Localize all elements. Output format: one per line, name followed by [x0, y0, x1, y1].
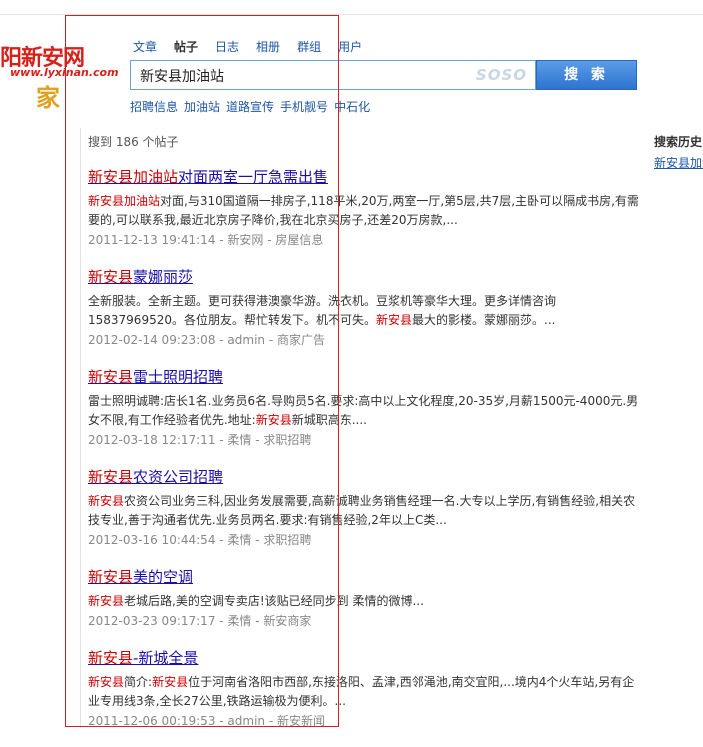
- tab-albums[interactable]: 相册: [256, 38, 280, 55]
- related-searches: 招聘信息 加油站 道路宣传 手机靓号 中石化: [130, 98, 376, 115]
- logo-decoration: 家: [36, 84, 60, 112]
- result-snippet: 全新服装。全新主题。更可获得港澳豪华游。洗衣机。豆浆机等豪华大理。更多详情咨询1…: [88, 294, 557, 327]
- result-meta: 2012-02-14 09:23:08 - admin - 商家广告: [88, 333, 325, 347]
- tab-blogs[interactable]: 日志: [215, 38, 239, 55]
- result-count: 搜到 186 个帖子: [88, 135, 179, 149]
- result-item: 新安县雷士照明招聘 雷士照明诚聘:店长1名.业务员6名.导购员5名.要求:高中以…: [88, 366, 648, 466]
- result-title-link[interactable]: 新安县加油站对面两室一厅急需出售: [88, 166, 328, 187]
- search-box: SOSO: [130, 60, 536, 91]
- result-snippet: 新安县加油站对面,与310国道隔一排房子,118平米,20万,两室一厅,第5层,…: [88, 194, 639, 227]
- result-item: 新安县农资公司招聘 新安县农资公司业务三科,因业务发展需要,高薪诚聘业务销售经理…: [88, 466, 648, 566]
- history-item-link[interactable]: 新安县加油站: [654, 154, 703, 171]
- suggestion-link[interactable]: 道路宣传: [226, 98, 274, 115]
- suggestion-link[interactable]: 招聘信息: [130, 98, 178, 115]
- suggestion-link[interactable]: 加油站: [184, 98, 220, 115]
- result-item: 新安县美的空调 新安县老城后路,美的空调专卖店!该贴已经同步到 柔情的微博...…: [88, 566, 648, 647]
- tab-posts[interactable]: 帖子: [174, 38, 198, 55]
- result-meta: 2011-12-13 19:41:14 - 新安网 - 房屋信息: [88, 233, 324, 247]
- search-category-tabs: 文章 帖子 日志 相册 群组 用户: [133, 38, 379, 55]
- tab-groups[interactable]: 群组: [297, 38, 321, 55]
- soso-watermark: SOSO: [475, 66, 527, 84]
- suggestion-link[interactable]: 中石化: [334, 98, 370, 115]
- result-snippet: 新安县老城后路,美的空调专卖店!该贴已经同步到 柔情的微博...: [88, 594, 424, 608]
- result-title-link[interactable]: 新安县蒙娜丽莎: [88, 266, 193, 287]
- result-meta: 2012-03-16 10:44:54 - 柔情 - 求职招聘: [88, 533, 312, 547]
- result-item: 新安县加油站对面两室一厅急需出售 新安县加油站对面,与310国道隔一排房子,11…: [88, 166, 648, 266]
- result-snippet: 新安县简介:新安县位于河南省洛阳市西部,东接洛阳、孟津,西邻渑池,南交宜阳,..…: [88, 675, 635, 708]
- result-title-link[interactable]: 新安县-新城全景: [88, 647, 198, 668]
- result-meta: 2012-03-18 12:17:11 - 柔情 - 求职招聘: [88, 433, 312, 447]
- result-list: 新安县加油站对面两室一厅急需出售 新安县加油站对面,与310国道隔一排房子,11…: [88, 166, 648, 747]
- result-title-link[interactable]: 新安县农资公司招聘: [88, 466, 223, 487]
- search-input[interactable]: [131, 61, 482, 91]
- search-history: 搜索历史 新安县加油站: [654, 133, 703, 171]
- result-title-link[interactable]: 新安县雷士照明招聘: [88, 366, 223, 387]
- site-logo[interactable]: 阳新安网 www.lyxinan.com 家: [0, 40, 119, 112]
- result-snippet: 雷士照明诚聘:店长1名.业务员6名.导购员5名.要求:高中以上文化程度,20-3…: [88, 394, 639, 427]
- left-divider: [80, 128, 81, 728]
- result-item: 新安县蒙娜丽莎 全新服装。全新主题。更可获得港澳豪华游。洗衣机。豆浆机等豪华大理…: [88, 266, 648, 366]
- tab-articles[interactable]: 文章: [133, 38, 157, 55]
- logo-url: www.lyxinan.com: [10, 66, 119, 79]
- result-meta: 2011-12-06 00:19:53 - admin - 新安新闻: [88, 714, 325, 728]
- history-title: 搜索历史: [654, 135, 703, 149]
- tab-users[interactable]: 用户: [338, 38, 362, 55]
- search-button[interactable]: 搜 索: [536, 60, 637, 90]
- result-item: 新安县-新城全景 新安县简介:新安县位于河南省洛阳市西部,东接洛阳、孟津,西邻渑…: [88, 647, 648, 747]
- top-divider: [0, 14, 703, 15]
- suggestion-link[interactable]: 手机靓号: [280, 98, 328, 115]
- result-title-link[interactable]: 新安县美的空调: [88, 566, 193, 587]
- result-meta: 2012-03-23 09:17:17 - 柔情 - 新安商家: [88, 614, 312, 628]
- result-snippet: 新安县农资公司业务三科,因业务发展需要,高薪诚聘业务销售经理一名.大专以上学历,…: [88, 494, 636, 527]
